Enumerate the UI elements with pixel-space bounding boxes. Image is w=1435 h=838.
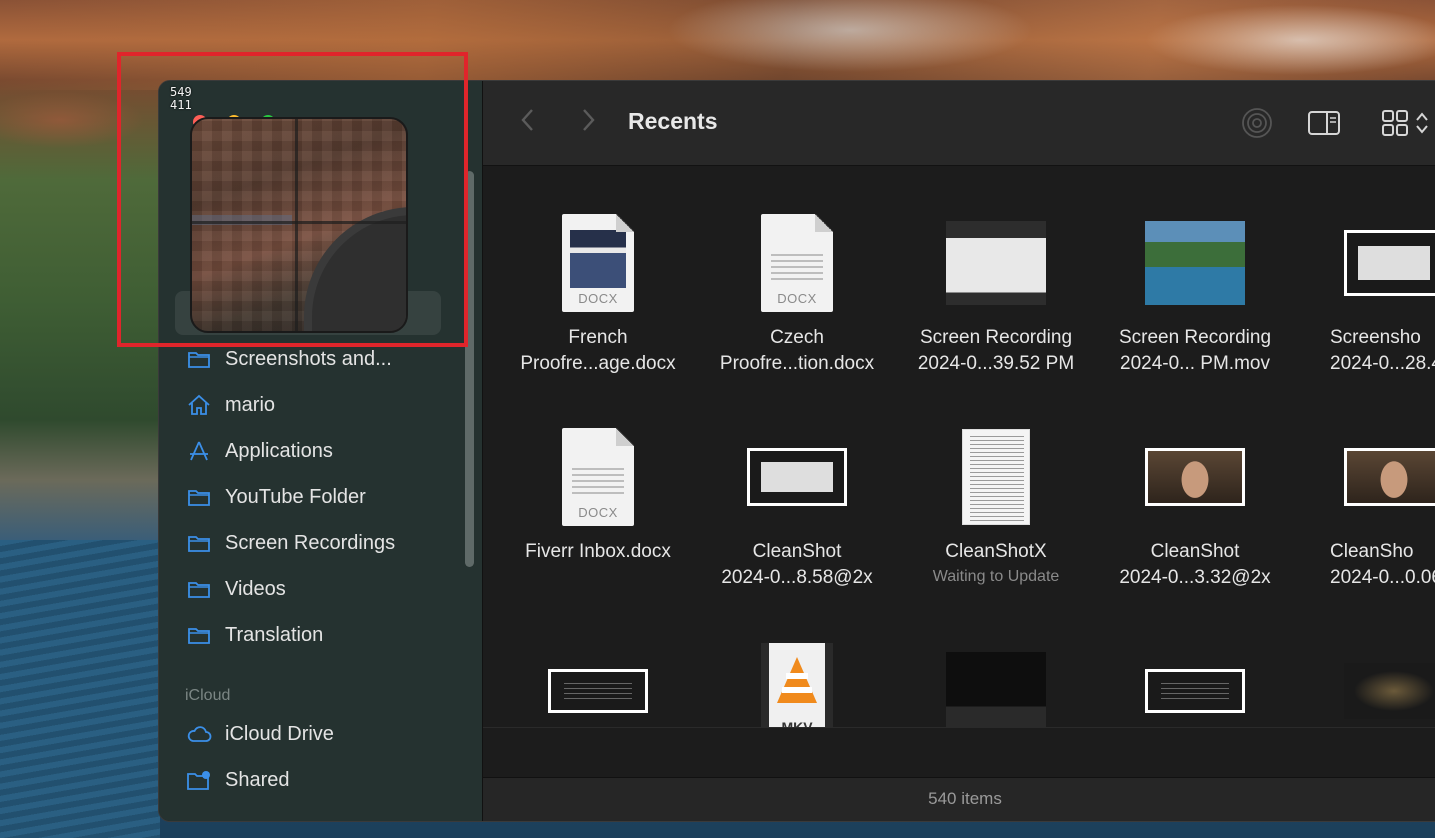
file-name: CleanShot [1150,541,1240,562]
file-item[interactable]: CleanShot 2024-0...3.32@2x [1095,417,1295,617]
file-name-line2: Proofre...age.docx [520,353,676,374]
folder-icon [185,623,213,647]
sidebar-item-translation[interactable]: Translation [185,619,323,651]
sidebar-item-label: mario [225,393,276,416]
sidebar-item-mario[interactable]: mario [185,389,275,421]
file-name: Screen Recording [919,327,1073,348]
toolbar: Recents [483,81,1435,166]
annotation-highlight-box [117,52,468,347]
sidebar-item-shared[interactable]: Shared [185,764,290,796]
applications-icon [185,439,213,463]
file-name: Fiverr Inbox.docx [525,541,671,562]
docx-file-icon: DOCX [562,428,634,526]
screenshot-thumbnail [548,669,648,713]
sidebar-item-label: Shared [225,768,290,791]
status-bar: 540 items [483,777,1435,821]
forward-button[interactable] [573,107,603,137]
grid-bottom-area [483,727,1435,777]
airdrop-button[interactable] [1241,105,1273,141]
file-item[interactable]: Screen Recording 2024-0...39.52 PM [896,203,1096,403]
sidebar-item-videos[interactable]: Videos [185,573,286,605]
sidebar-item-label: Screenshots and... [225,347,392,370]
chevron-right-icon [583,109,595,131]
file-name: Czech [770,327,824,348]
sidebar-panel-icon [1308,111,1340,135]
shared-folder-icon [185,768,213,792]
file-item[interactable]: DOCX French Proofre...age.docx [498,203,698,403]
file-item[interactable]: Screen Recording 2024-0... PM.mov [1095,203,1295,403]
video-thumbnail [946,652,1046,730]
file-name-line2: Proofre...tion.docx [719,353,875,374]
view-mode-button[interactable] [1381,105,1429,141]
file-item[interactable]: DOCX Czech Proofre...tion.docx [697,203,897,403]
screenshot-thumbnail [747,448,847,506]
sidebar-item-youtube-folder[interactable]: YouTube Folder [185,481,366,513]
wallpaper-sea [0,540,160,838]
sidebar-item-label: Applications [225,439,333,462]
file-name: CleanShot [752,541,842,562]
file-name-line2: 2024-0... PM.mov [1120,353,1270,374]
file-grid: DOCX French Proofre...age.docx DOCX Czec… [483,167,1435,813]
file-extension: DOCX [578,291,618,306]
file-name: Screen Recording [1118,327,1272,348]
file-name-line2: 2024-0...8.58@2x [721,567,873,588]
sidebar-section-icloud: iCloud [185,687,231,704]
airdrop-icon [1242,108,1272,138]
file-status: Waiting to Update [932,568,1060,585]
sidebar-item-label: Screen Recordings [225,531,396,554]
file-item[interactable]: CleanSho 2024-0...0.06 [1294,417,1435,617]
folder-icon [185,577,213,601]
docx-file-icon: DOCX [562,214,634,312]
back-button[interactable] [513,107,543,137]
sidebar-item-screenshots[interactable]: Screenshots and... [185,343,392,375]
file-extension: DOCX [578,505,618,520]
document-thumbnail [962,429,1030,525]
sidebar-item-label: Translation [225,623,324,646]
file-item[interactable]: CleanShot 2024-0...8.58@2x [697,417,897,617]
video-thumbnail [1344,663,1435,719]
sidebar-item-applications[interactable]: Applications [185,435,333,467]
window-title: Recents [628,108,718,134]
file-item[interactable]: DOCX Fiverr Inbox.docx [498,417,698,617]
item-count: 540 items [928,789,1002,808]
main-content: Recents DOCX French Proofre...age.docx D… [483,81,1435,821]
file-item[interactable]: Screensho 2024-0...28.4 [1294,203,1435,403]
file-name-line2: 2024-0...39.52 PM [917,353,1075,374]
video-thumbnail [1145,221,1245,305]
grid-view-icon [1382,110,1408,136]
video-thumbnail [946,221,1046,305]
file-name-line2: 2024-0...28.4 [1330,353,1435,374]
sidebar-item-label: Videos [225,577,286,600]
sidebar-item-icloud-drive[interactable]: iCloud Drive [185,718,334,750]
file-name: CleanShotX [945,541,1047,562]
screenshot-thumbnail [1344,230,1435,296]
file-name-line2: 2024-0...3.32@2x [1119,567,1271,588]
docx-file-icon: DOCX [761,214,833,312]
preview-toggle-button[interactable] [1307,105,1341,141]
screenshot-thumbnail [1145,448,1245,506]
file-extension: DOCX [777,291,817,306]
sidebar-item-screen-recordings[interactable]: Screen Recordings [185,527,395,559]
sidebar-item-label: YouTube Folder [225,485,366,508]
file-name: CleanSho [1330,541,1414,562]
file-name: French [568,327,628,348]
vlc-file-icon: MKV [761,643,833,739]
screenshot-thumbnail [1344,448,1435,506]
screenshot-thumbnail [1145,669,1245,713]
sidebar-item-label: iCloud Drive [225,722,334,745]
folder-icon [185,347,213,371]
chevron-left-icon [521,109,533,131]
folder-icon [185,531,213,555]
home-icon [185,393,213,417]
file-item[interactable]: CleanShotX Waiting to Update [896,417,1096,617]
file-name: Screensho [1330,327,1421,348]
folder-icon [185,485,213,509]
chevron-updown-icon [1416,112,1428,134]
cloud-icon [185,722,213,746]
file-name-line2: 2024-0...0.06 [1330,567,1435,588]
